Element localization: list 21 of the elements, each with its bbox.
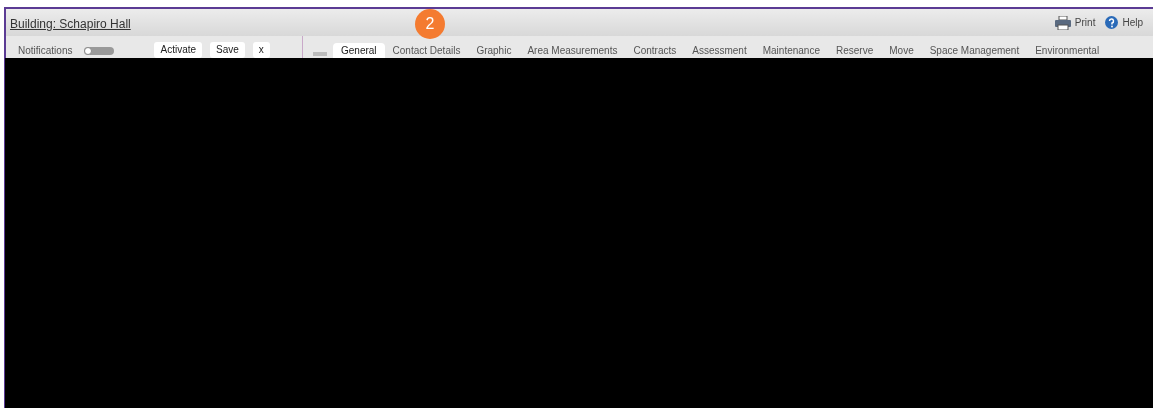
tab[interactable]: Assessment <box>684 43 755 60</box>
tab[interactable]: Contracts <box>625 43 685 60</box>
tab[interactable]: Maintenance <box>754 43 828 60</box>
grip-handle[interactable] <box>313 52 327 56</box>
tab[interactable]: Reserve <box>828 43 882 60</box>
notifications-label: Notifications <box>18 45 73 56</box>
action-button[interactable]: x <box>252 42 270 58</box>
window-title: Building: Schapiro Hall <box>10 16 131 31</box>
tab[interactable]: Area Measurements <box>519 43 626 60</box>
tab[interactable]: Contact Details <box>384 43 469 60</box>
tab[interactable]: Move <box>881 43 922 60</box>
action-button[interactable]: Save <box>210 42 245 58</box>
tab[interactable]: Space Management <box>921 43 1028 60</box>
toggle-switch[interactable] <box>84 47 115 55</box>
tab[interactable]: Environmental <box>1027 43 1108 60</box>
toolbar-link[interactable]: Print <box>1074 17 1096 28</box>
tab[interactable]: Graphic <box>468 43 520 60</box>
help-icon <box>1105 16 1119 29</box>
action-button[interactable]: Activate <box>154 42 203 58</box>
printer-icon <box>1054 15 1071 30</box>
toolbar-link[interactable]: Help <box>1122 17 1143 28</box>
